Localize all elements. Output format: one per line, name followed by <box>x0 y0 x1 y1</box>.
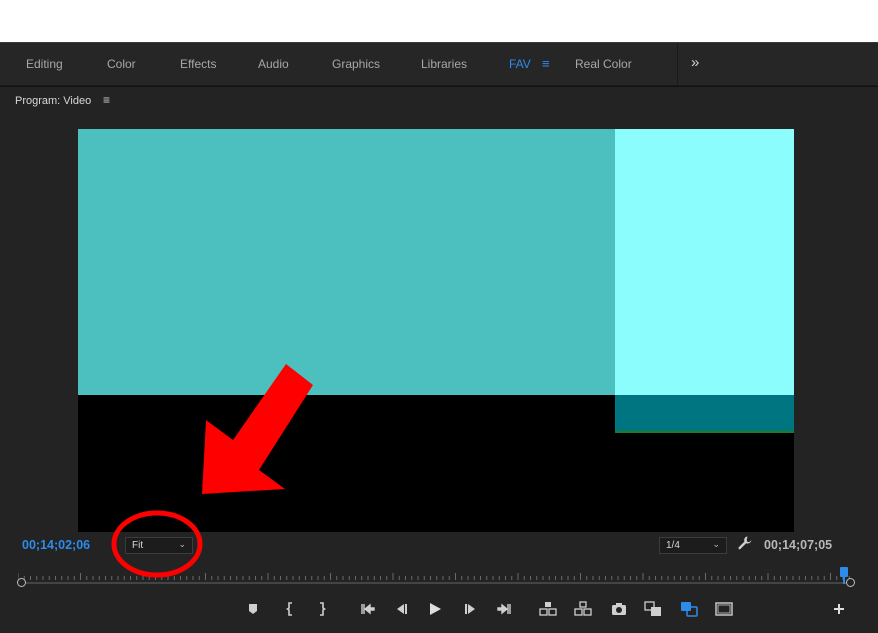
transport-controls <box>0 597 878 623</box>
tab-fav[interactable]: FAV <box>509 43 531 85</box>
comparison-view-icon[interactable] <box>643 600 663 618</box>
settings-wrench-icon[interactable] <box>737 535 753 551</box>
workspace-bar: Editing Color Effects Audio Graphics Lib… <box>0 42 878 86</box>
tab-editing[interactable]: Editing <box>26 43 63 85</box>
safe-margins-icon[interactable] <box>714 600 734 618</box>
timeline-ruler[interactable] <box>17 565 855 593</box>
chevron-down-icon: ⌄ <box>178 539 186 549</box>
zoom-level-value: Fit <box>132 540 144 551</box>
go-to-in-icon[interactable] <box>357 600 377 618</box>
tab-real-color[interactable]: Real Color <box>575 43 632 85</box>
play-icon[interactable] <box>425 600 445 618</box>
video-preview[interactable] <box>78 129 794 532</box>
resolution-value: 1/4 <box>666 540 680 551</box>
tab-effects[interactable]: Effects <box>180 43 216 85</box>
ruler-ticks <box>18 573 850 580</box>
tab-audio[interactable]: Audio <box>258 43 289 85</box>
step-back-icon[interactable] <box>391 600 411 618</box>
panel-title: Program: Video <box>15 95 92 107</box>
in-point-handle[interactable] <box>17 578 26 587</box>
program-monitor-panel: Program: Video ≡ 00;14;02;06 Fit ⌄ 1/4 ⌄… <box>0 86 878 633</box>
step-forward-icon[interactable] <box>461 600 481 618</box>
overflow-chevron-icon[interactable]: » <box>691 43 699 85</box>
button-editor-icon[interactable] <box>829 600 849 618</box>
lift-icon[interactable] <box>538 600 558 618</box>
mark-in-icon[interactable] <box>280 600 300 618</box>
tab-libraries[interactable]: Libraries <box>421 43 467 85</box>
mark-out-icon[interactable] <box>312 600 332 618</box>
proxy-toggle-icon[interactable] <box>679 600 699 618</box>
playback-resolution-select[interactable]: 1/4 ⌄ <box>659 537 727 554</box>
go-to-out-icon[interactable] <box>495 600 515 618</box>
duration-timecode: 00;14;07;05 <box>764 538 833 552</box>
extract-icon[interactable] <box>573 600 593 618</box>
export-frame-icon[interactable] <box>609 600 629 618</box>
panel-menu-icon[interactable]: ≡ <box>103 93 110 107</box>
frame-dark-region <box>615 395 794 433</box>
tab-graphics[interactable]: Graphics <box>332 43 380 85</box>
chevron-down-icon: ⌄ <box>712 539 720 549</box>
ruler-track[interactable] <box>18 582 852 584</box>
workspace-menu-icon[interactable]: ≡ <box>542 43 550 85</box>
frame-cyan-region <box>615 129 794 395</box>
frame-teal-region <box>78 129 615 395</box>
playhead-stem <box>843 576 845 584</box>
add-marker-icon[interactable] <box>243 600 263 618</box>
divider <box>677 43 678 85</box>
zoom-level-select[interactable]: Fit ⌄ <box>125 537 193 554</box>
current-timecode[interactable]: 00;14;02;06 <box>22 538 90 552</box>
playhead-handle[interactable] <box>840 567 848 577</box>
tab-color[interactable]: Color <box>107 43 136 85</box>
out-point-handle[interactable] <box>846 578 855 587</box>
